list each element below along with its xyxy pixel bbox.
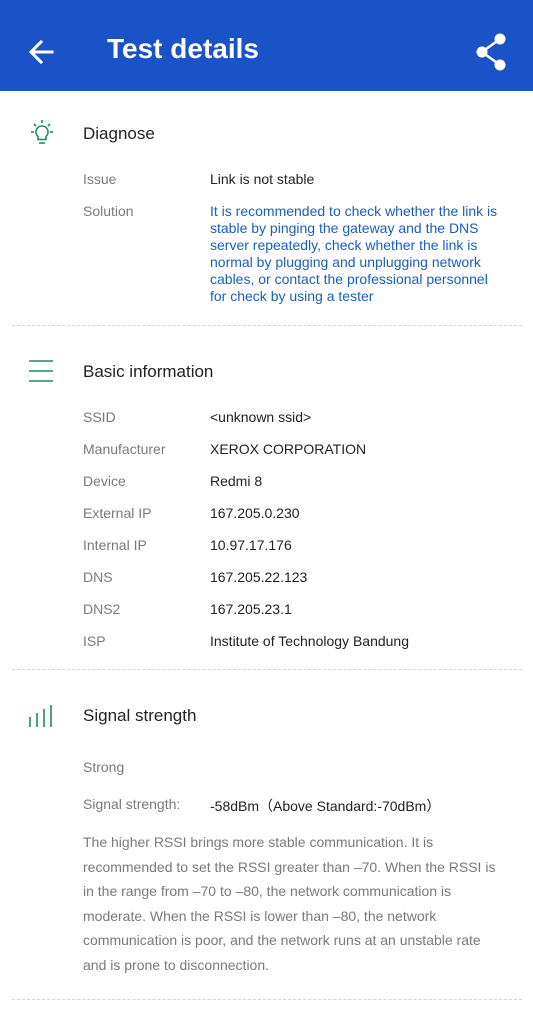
device-label: Device — [83, 473, 126, 489]
ssid-value: <unknown ssid> — [210, 409, 312, 425]
signal-bars-icon — [27, 702, 57, 732]
page-title: Test details — [107, 33, 259, 64]
signal-status: Strong — [83, 759, 125, 775]
list-icon — [27, 356, 57, 386]
solution-label: Solution — [83, 203, 134, 219]
share-button[interactable] — [470, 30, 514, 74]
dns-label: DNS — [83, 569, 113, 585]
signal-strength-label: Signal strength: — [83, 796, 181, 812]
dns2-value: 167.205.23.1 — [210, 601, 292, 617]
signal-strength-value: -58dBm（Above Standard:-70dBm） — [210, 798, 441, 814]
lightbulb-icon — [27, 118, 57, 148]
basic-info-title: Basic information — [83, 362, 214, 381]
signal-strength-title: Signal strength — [83, 706, 197, 725]
isp-value: Institute of Technology Bandung — [210, 633, 410, 649]
signal-description: The higher RSSI brings more stable commu… — [83, 834, 496, 973]
external-ip-value: 167.205.0.230 — [210, 505, 300, 521]
back-button[interactable] — [22, 32, 62, 72]
external-ip-label: External IP — [83, 505, 152, 521]
status-bar — [0, 0, 533, 8]
dns2-label: DNS2 — [83, 601, 121, 617]
solution-value: It is recommended to check whether the l… — [210, 203, 498, 304]
device-value: Redmi 8 — [210, 473, 263, 489]
dns-value: 167.205.22.123 — [210, 569, 308, 585]
manufacturer-label: Manufacturer — [83, 441, 166, 457]
internal-ip-label: Internal IP — [83, 537, 147, 553]
section-divider — [12, 999, 522, 1000]
ssid-label: SSID — [83, 409, 116, 425]
diagnose-title: Diagnose — [83, 124, 155, 143]
manufacturer-value: XEROX CORPORATION — [210, 441, 367, 457]
app-bar: Test details — [0, 8, 533, 91]
isp-label: ISP — [83, 633, 106, 649]
issue-label: Issue — [83, 171, 117, 187]
arrow-left-icon — [28, 39, 54, 65]
internal-ip-value: 10.97.17.176 — [210, 537, 292, 553]
section-divider — [12, 325, 522, 326]
issue-value: Link is not stable — [210, 171, 315, 187]
section-divider — [12, 669, 522, 670]
share-icon — [476, 33, 506, 71]
